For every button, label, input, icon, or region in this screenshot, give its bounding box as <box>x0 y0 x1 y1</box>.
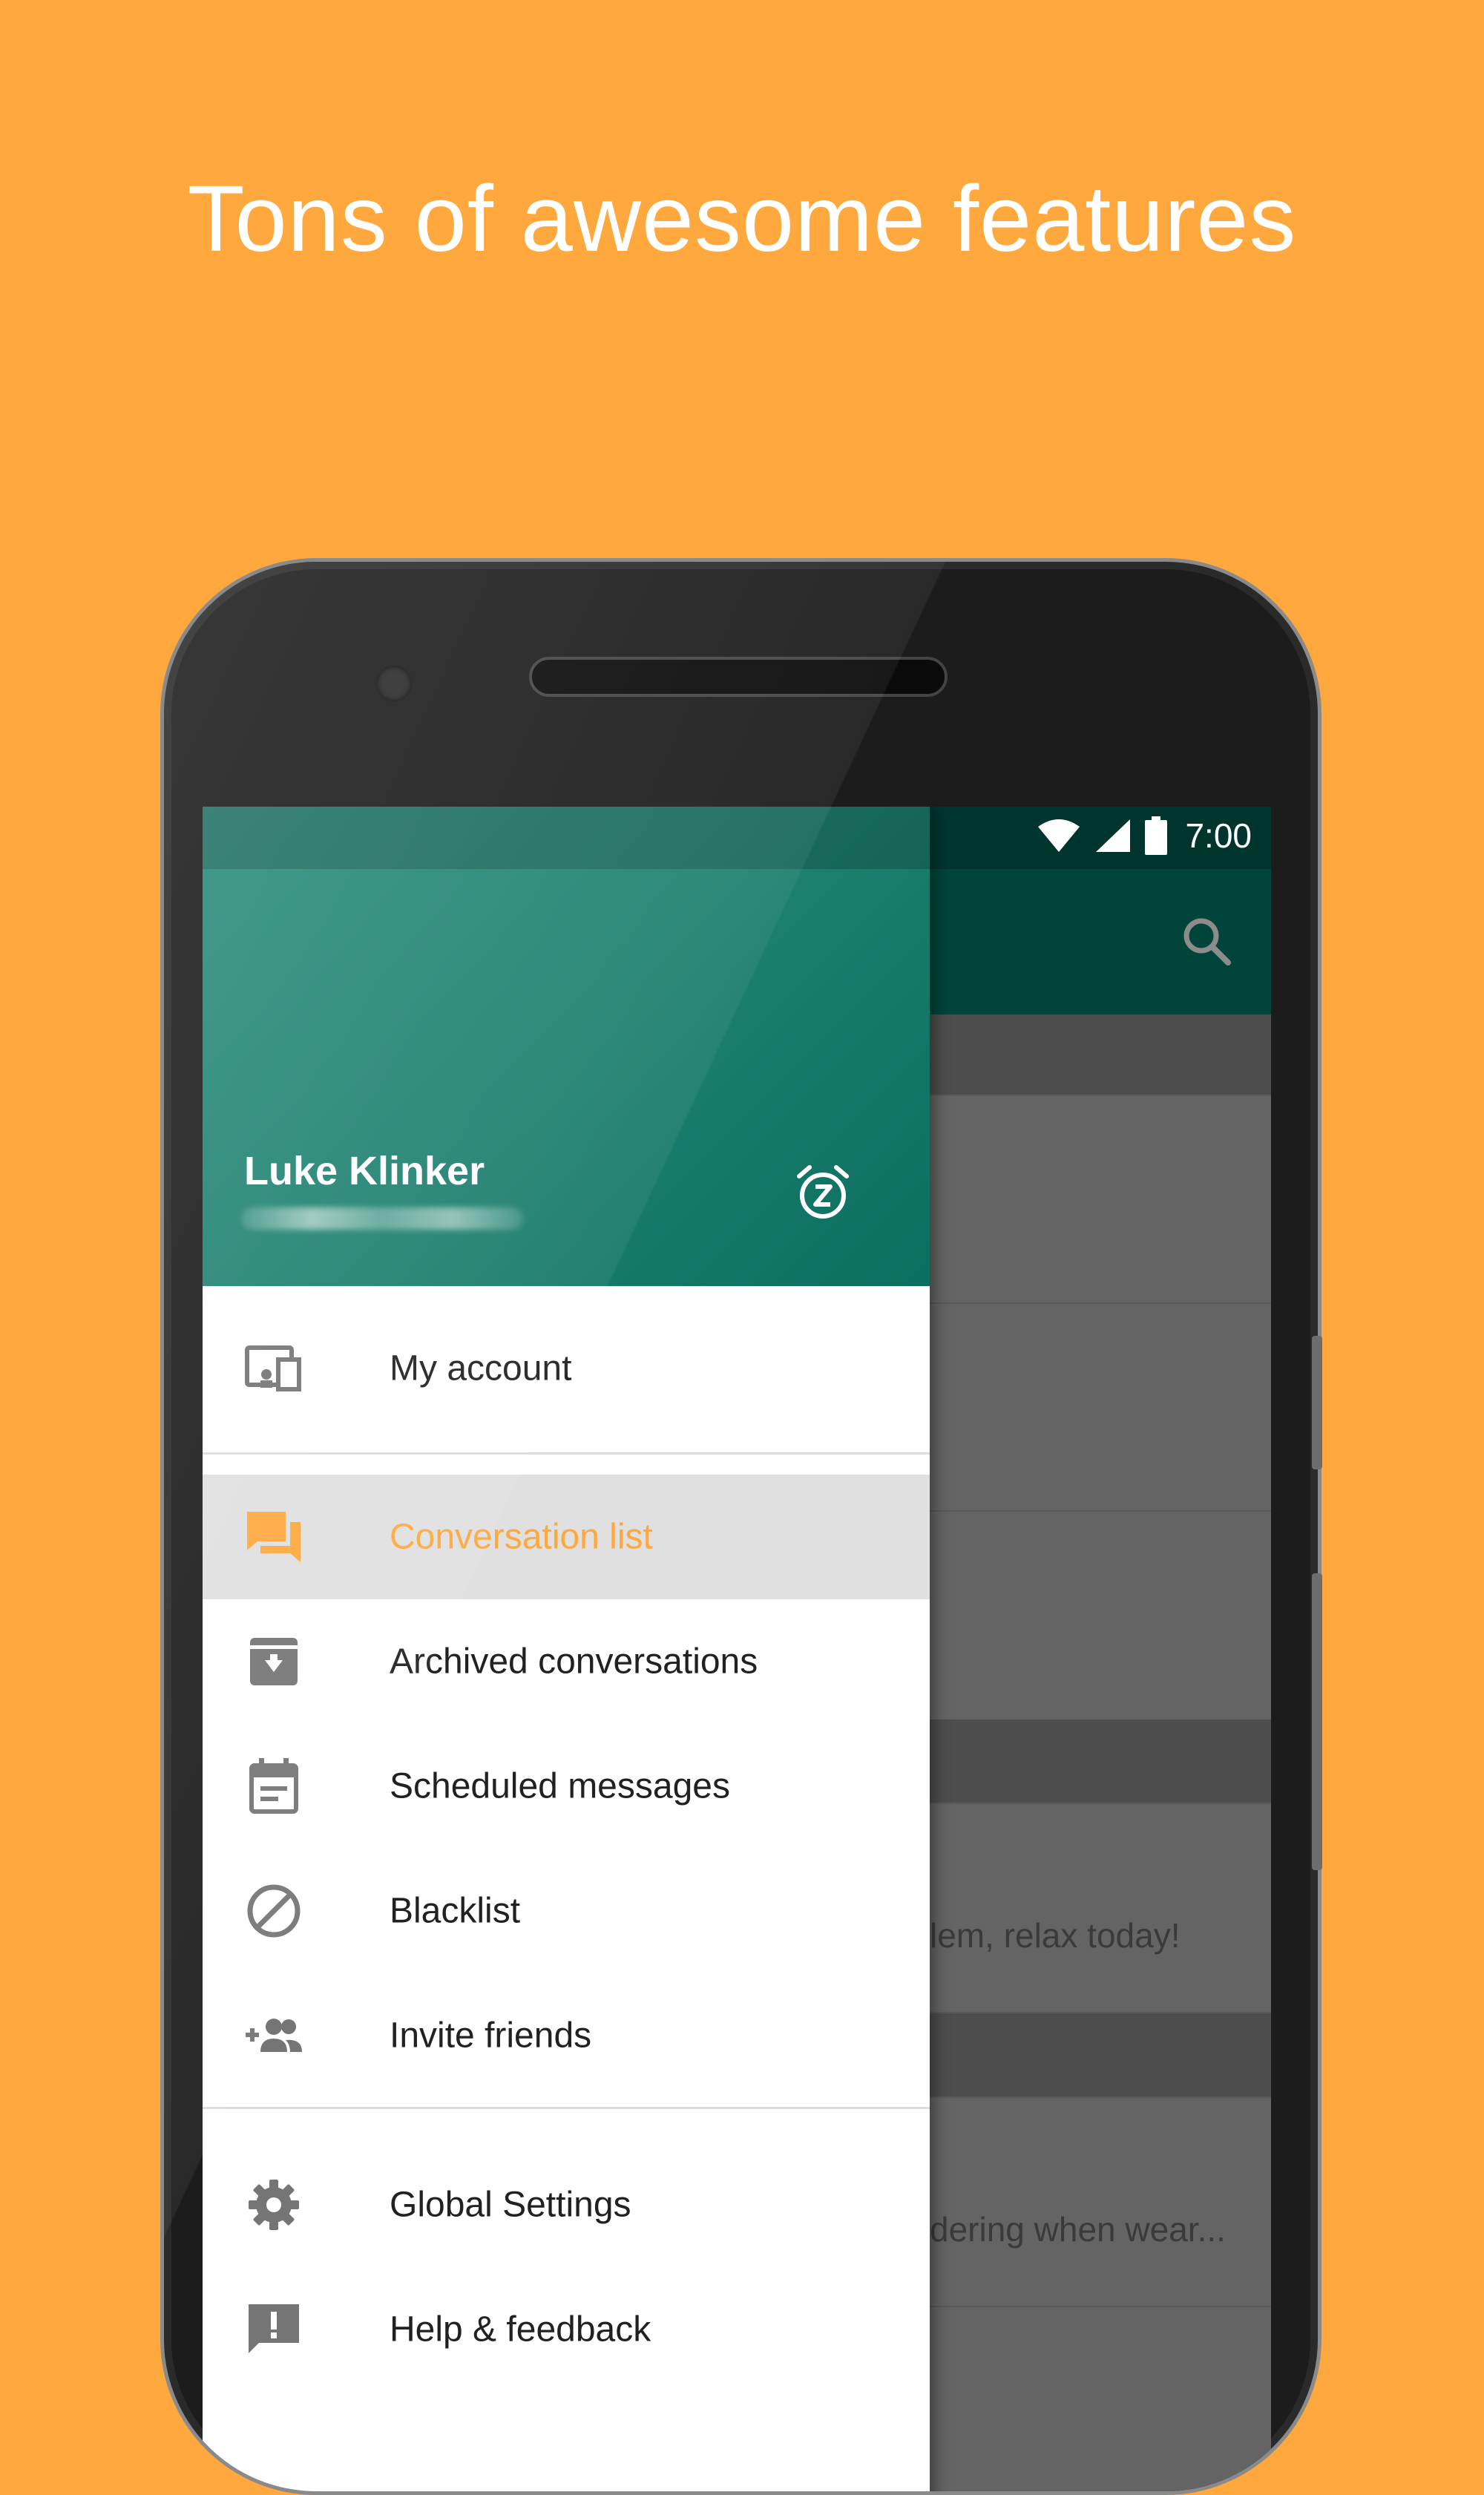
menu-item-label: My account <box>390 1348 572 1389</box>
avatar <box>1093 2491 1189 2495</box>
drawer-divider <box>203 2107 930 2109</box>
menu-item-my-account[interactable]: My account <box>203 1286 930 1451</box>
user-name: Luke Klinker <box>244 1149 485 1193</box>
menu-item-label: Archived conversations <box>390 1642 758 1682</box>
menu-item-label: Global Settings <box>390 2185 631 2225</box>
settings-icon <box>249 2180 299 2230</box>
volume-button <box>1312 1336 1322 1469</box>
archive-icon <box>250 1638 298 1685</box>
menu-item-label: Conversation list <box>390 1517 653 1557</box>
feedback-icon <box>249 2304 299 2353</box>
menu-item-global-settings[interactable]: Global Settings <box>203 2142 930 2267</box>
front-camera <box>376 666 412 701</box>
message-snippet: dering when wear... <box>930 2210 1226 2249</box>
blurred-email <box>241 1207 523 1230</box>
phone-frame: 7:00 lem, relax today! dering when wear.… <box>160 558 1322 2495</box>
phone-screen: 7:00 lem, relax today! dering when wear.… <box>203 807 1271 2495</box>
menu-item-help-feedback[interactable]: Help & feedback <box>203 2267 930 2392</box>
group-add-icon <box>246 2019 302 2052</box>
battery-icon <box>1145 816 1168 855</box>
menu-item-archived-conversations[interactable]: Archived conversations <box>203 1599 930 1724</box>
snooze-alarm-icon[interactable] <box>793 1163 853 1222</box>
menu-item-label: Invite friends <box>390 2016 592 2056</box>
drawer-header: Luke Klinker <box>203 807 930 1286</box>
power-button <box>1312 1573 1322 1870</box>
block-icon <box>247 1884 301 1938</box>
status-time: 7:00 <box>1185 816 1252 855</box>
navigation-drawer: Luke Klinker My account Conversation lis… <box>203 807 930 2491</box>
signal-icon <box>1096 819 1131 852</box>
menu-item-invite-friends[interactable]: Invite friends <box>203 1973 930 2098</box>
calendar-icon <box>249 1758 298 1814</box>
menu-item-blacklist[interactable]: Blacklist <box>203 1849 930 1973</box>
message-snippet: lem, relax today! <box>930 1916 1181 1955</box>
menu-item-label: Blacklist <box>390 1891 521 1931</box>
drawer-status-scrim <box>203 807 930 869</box>
headline: Tons of awesome features <box>187 166 1297 271</box>
search-icon[interactable] <box>1181 915 1232 967</box>
menu-item-scheduled-messages[interactable]: Scheduled messages <box>203 1724 930 1849</box>
wifi-icon <box>1038 819 1080 852</box>
forum-icon <box>247 1512 301 1562</box>
menu-item-conversation-list[interactable]: Conversation list <box>203 1475 930 1599</box>
menu-item-label: Help & feedback <box>390 2309 651 2350</box>
earpiece-speaker <box>529 657 948 697</box>
drawer-divider <box>203 1452 930 1455</box>
menu-item-label: Scheduled messages <box>390 1766 730 1806</box>
account-devices-icon <box>245 1345 301 1391</box>
